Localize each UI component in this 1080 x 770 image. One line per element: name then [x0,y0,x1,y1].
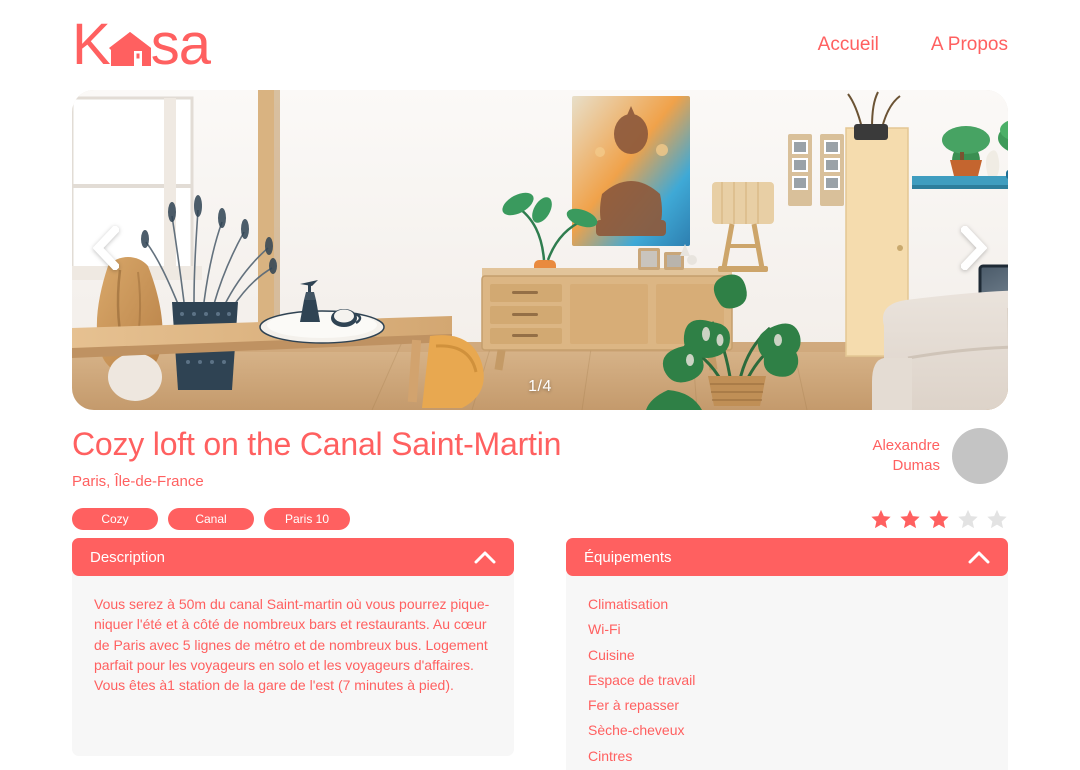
nav-link-accueil[interactable]: Accueil [818,34,879,56]
list-item: Sèche-cheveux [588,722,685,739]
list-item: Climatisation [588,596,669,612]
carousel-counter: 1/4 [528,378,552,395]
host-name-first: Alexandre [872,436,940,454]
tag-chip: Canal [168,507,254,530]
nav-link-a-propos[interactable]: A Propos [931,34,1008,56]
tag-list: Cozy Canal Paris 10 [72,507,712,530]
list-item: Espace de travail [588,671,696,688]
carousel-photo [72,90,1008,410]
star-icon-empty [986,508,1008,530]
carousel-next-button[interactable] [954,222,994,278]
panel-equipements-body: Climatisation Wi-Fi Cuisine Espace de tr… [566,568,1008,770]
panel-description-body: Vous serez à 50m du canal Saint-martin o… [72,568,514,756]
logo-letter-k: K [72,12,111,77]
chevron-up-icon[interactable] [968,550,990,564]
tag-chip: Paris 10 [264,507,350,530]
star-icon-filled [899,508,921,530]
description-text: Vous serez à 50m du canal Saint-martin o… [94,596,490,694]
panel-description-title: Description [90,548,166,566]
tag-chip: Cozy [72,507,158,530]
star-icon-empty [957,508,979,530]
carousel-prev-button[interactable] [86,222,126,278]
list-item: Fer à repasser [588,697,680,714]
list-item: Cuisine [588,646,635,663]
house-icon [107,26,153,72]
collapse-panels: Description Vous serez à 50m du canal Sa… [72,538,1008,770]
chevron-left-icon [92,223,121,275]
image-carousel[interactable]: 1/4 [72,90,1008,410]
rating-stars [870,508,1008,530]
panel-equipements-header[interactable]: Équipements [566,538,1008,576]
site-header: K sa Accueil A Propos [0,0,1080,90]
list-item: Wi-Fi [588,621,621,638]
panel-equipements: Équipements Climatisation Wi-Fi Cuisine … [566,538,1008,770]
listing-info-right: Alexandre Dumas [870,426,1008,530]
host-name: Alexandre Dumas [872,436,940,477]
star-icon-filled [928,508,950,530]
page-root: K sa Accueil A Propos 1/4 Cozy loft on t… [0,0,1080,770]
main-navigation: Accueil A Propos [818,34,1008,56]
chevron-up-icon[interactable] [474,550,496,564]
avatar [952,428,1008,484]
listing-location: Paris, Île-de-France [72,472,204,490]
listing-info-row: Cozy loft on the Canal Saint-Martin Pari… [72,426,1008,530]
panel-description-header[interactable]: Description [72,538,514,576]
listing-info-left: Cozy loft on the Canal Saint-Martin Pari… [72,426,712,530]
host-name-last: Dumas [892,457,940,474]
list-item: Cintres [588,747,633,764]
chevron-right-icon [959,223,988,275]
logo-letters-sa: sa [150,12,211,77]
equipment-list: Climatisation Wi-Fi Cuisine Espace de tr… [588,594,986,766]
brand-logo[interactable]: K sa [72,12,211,77]
panel-description: Description Vous serez à 50m du canal Sa… [72,538,514,770]
panel-equipements-title: Équipements [584,548,672,566]
star-icon-filled [870,508,892,530]
host-block: Alexandre Dumas [872,428,1008,484]
page-title: Cozy loft on the Canal Saint-Martin [72,426,562,462]
